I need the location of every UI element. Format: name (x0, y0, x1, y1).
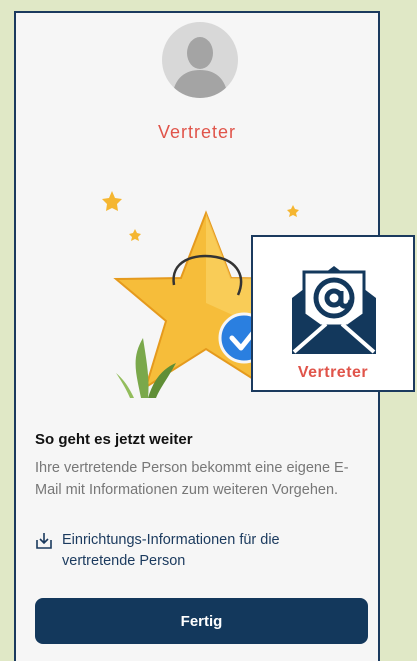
next-steps-description: Ihre vertretende Person bekommt eine eig… (35, 460, 349, 498)
email-at-icon (292, 266, 376, 354)
next-steps-heading: So geht es jetzt weiter (35, 431, 193, 448)
done-button[interactable]: Fertig (35, 598, 368, 644)
role-title: Vertreter (157, 122, 237, 142)
small-star-icon (287, 205, 299, 217)
small-star-icon (102, 191, 122, 211)
small-star-icon (129, 229, 141, 241)
setup-info-link-label: Einrichtungs-Informationen für die vertr… (62, 532, 280, 569)
download-icon (36, 533, 52, 549)
overlay-role-label: Vertreter (297, 364, 369, 381)
leaf-icon (135, 338, 149, 398)
setup-info-link[interactable]: Einrichtungs-Informationen für die vertr… (35, 530, 355, 572)
avatar (162, 22, 238, 98)
representative-email-card: Vertreter (251, 235, 415, 392)
person-silhouette-icon (172, 37, 228, 98)
